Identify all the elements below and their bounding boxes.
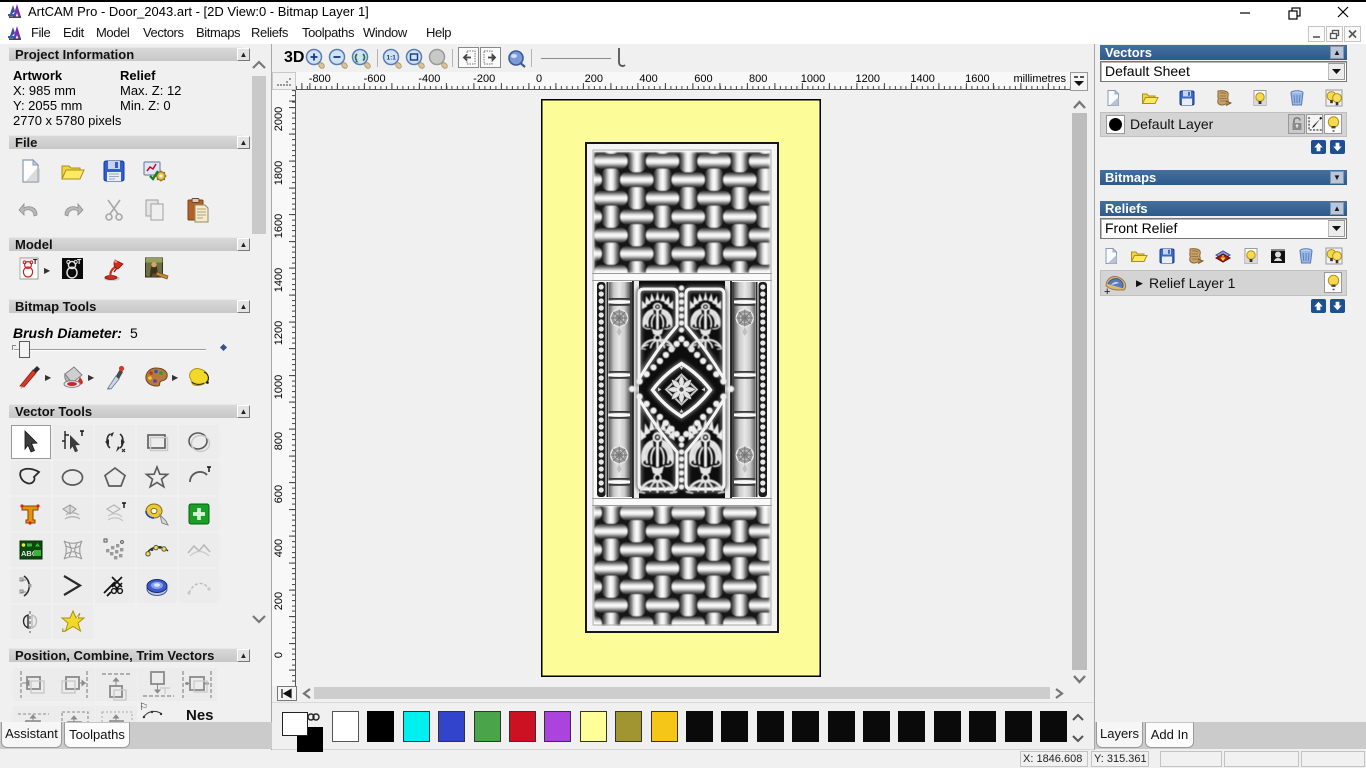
svg-text:1:1: 1:1 (387, 55, 397, 62)
svg-text:Nes: Nes (186, 707, 214, 722)
svg-text:T: T (77, 259, 82, 266)
svg-text:+: + (1104, 286, 1110, 296)
svg-text:T: T (33, 259, 38, 266)
